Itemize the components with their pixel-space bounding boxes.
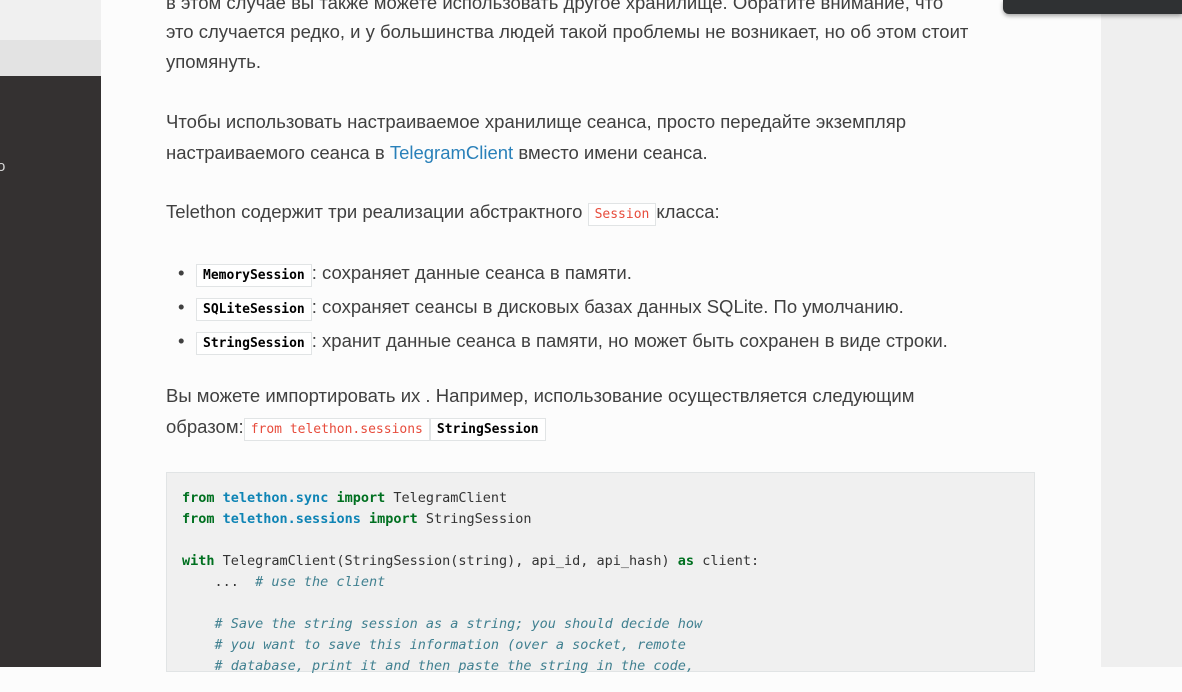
- paragraph-implementations: Telethon содержит три реализации абстрак…: [166, 196, 1046, 230]
- paragraph-text: настраиваемого сеанса в: [166, 142, 390, 163]
- main-content: в этом случае вы также можете использова…: [101, 0, 1101, 674]
- paragraph-text: класса:: [656, 201, 720, 222]
- paragraph-text: Telethon содержит три реализации абстрак…: [166, 201, 588, 222]
- sidebar-partial-text: o: [0, 158, 6, 175]
- memorysession-code: MemorySession: [196, 264, 312, 287]
- paragraph-line: упомянуть.: [166, 51, 262, 72]
- paragraph-text: Чтобы использовать настраиваемое хранили…: [166, 111, 907, 132]
- list-item: MemorySession: сохраняет данные сеанса в…: [178, 257, 948, 291]
- list-item: SQLiteSession: сохраняет сеансы в дисков…: [178, 291, 948, 325]
- overlay-popup: [1003, 0, 1182, 14]
- session-list: MemorySession: сохраняет данные сеанса в…: [166, 257, 948, 359]
- code-content: from telethon.sync import TelegramClient…: [182, 490, 760, 674]
- sidebar: o: [0, 0, 101, 667]
- import-code: from telethon.sessions: [243, 418, 430, 441]
- sqlitesession-code: SQLiteSession: [196, 298, 312, 321]
- paragraph-text: вместо имени сеанса.: [513, 142, 708, 163]
- session-code: Session: [587, 203, 657, 226]
- telegramclient-link[interactable]: TelegramClient: [390, 142, 513, 163]
- list-item: StringSession: хранит данные сеанса в па…: [178, 325, 948, 359]
- paragraph-import: Вы можете импортировать их . Например, и…: [166, 380, 1046, 445]
- sidebar-top: [0, 0, 101, 40]
- sidebar-search-band[interactable]: [0, 40, 101, 76]
- paragraph-text: образом:: [166, 416, 244, 437]
- paragraph-text: Вы можете импортировать их . Например, и…: [166, 385, 915, 406]
- stringsession-code: StringSession: [196, 332, 312, 355]
- paragraph-custom-session: Чтобы использовать настраиваемое хранили…: [166, 106, 1046, 168]
- right-margin: [1101, 0, 1182, 667]
- paragraph-line: это случается редко, и у большинства люд…: [166, 21, 969, 42]
- code-block[interactable]: from telethon.sync import TelegramClient…: [166, 472, 1035, 674]
- stringsession-import-code: StringSession: [429, 418, 546, 441]
